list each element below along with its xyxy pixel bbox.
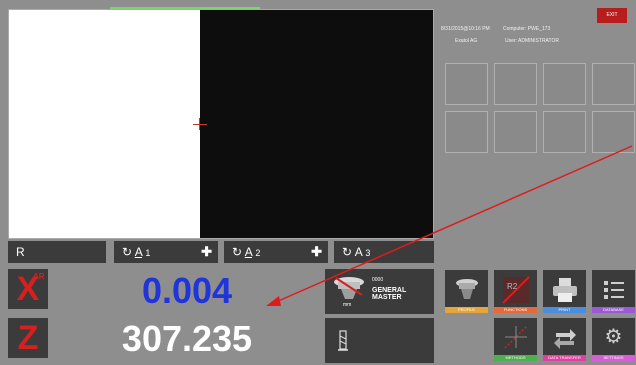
annotation-arrow (266, 145, 633, 306)
machine-screen: 8/31/2015@10:16 PM Computer: PWE_173 Exa… (0, 0, 636, 365)
